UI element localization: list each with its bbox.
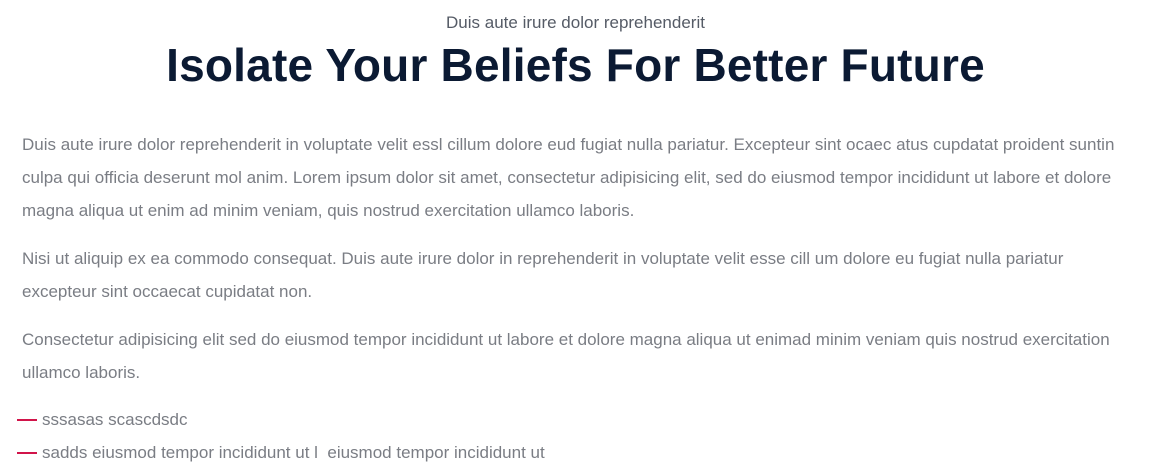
- body-paragraph-3: Consectetur adipisicing elit sed do eius…: [22, 330, 1110, 382]
- list-item-label: sadds eiusmod tempor incididunt ut l eiu…: [42, 443, 545, 462]
- body-content: Duis aute irure dolor reprehenderit in v…: [17, 128, 1129, 469]
- page-title: Isolate Your Beliefs For Better Future: [166, 39, 985, 91]
- body-paragraph-2: Nisi ut aliquip ex ea commodo consequat.…: [22, 249, 1064, 301]
- feature-list: sssasas scascdsdc sadds eiusmod tempor i…: [17, 403, 1124, 469]
- list-item: sssasas scascdsdc: [17, 403, 1124, 436]
- dash-bullet-icon: [17, 451, 37, 454]
- body-paragraph-1: Duis aute irure dolor reprehenderit in v…: [22, 135, 1115, 220]
- dash-bullet-icon: [17, 418, 37, 421]
- list-item-label: sssasas scascdsdc: [42, 410, 188, 429]
- content-section: Duis aute irure dolor reprehenderit Isol…: [0, 0, 1151, 470]
- list-item: sadds eiusmod tempor incididunt ut l eiu…: [17, 436, 1124, 469]
- section-subtitle: Duis aute irure dolor reprehenderit: [446, 13, 705, 32]
